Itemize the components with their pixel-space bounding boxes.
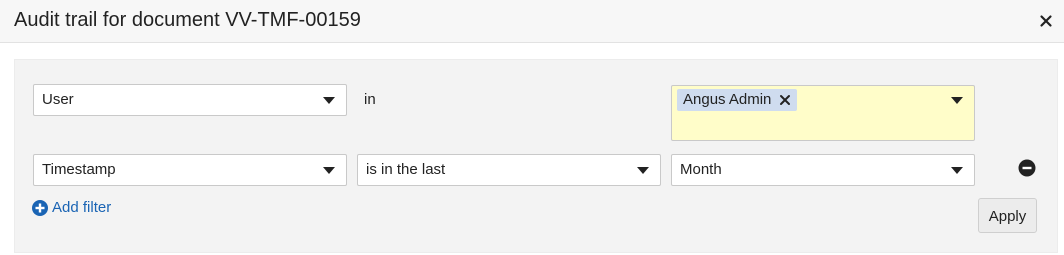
close-button[interactable] xyxy=(1036,11,1056,31)
chevron-down-icon xyxy=(323,97,335,104)
dialog-header: Audit trail for document VV-TMF-00159 xyxy=(0,0,1064,43)
apply-button[interactable]: Apply xyxy=(978,198,1037,233)
filter-2-operator-select[interactable]: is in the last xyxy=(357,154,661,186)
filter-2-field-select[interactable]: Timestamp xyxy=(33,154,347,186)
chevron-down-icon xyxy=(951,167,963,174)
chevron-down-icon xyxy=(951,97,963,104)
value-token-label: Angus Admin xyxy=(683,91,772,108)
filter-1-field-select[interactable]: User xyxy=(33,84,347,116)
add-filter-link[interactable]: Add filter xyxy=(32,199,111,216)
filter-2-operator-value: is in the last xyxy=(366,161,446,178)
filter-2-value-value: Month xyxy=(680,161,722,178)
value-token: Angus Admin xyxy=(677,89,798,111)
filter-1-operator: in xyxy=(364,91,376,108)
close-icon xyxy=(1040,15,1052,27)
add-filter-label: Add filter xyxy=(52,199,112,216)
minus-circle-icon xyxy=(1018,159,1036,177)
plus-circle-icon xyxy=(32,199,48,216)
chevron-down-icon xyxy=(323,167,335,174)
remove-token-icon[interactable] xyxy=(779,94,791,106)
remove-filter-button[interactable] xyxy=(1018,159,1036,177)
filter-2-field-value: Timestamp xyxy=(42,161,116,178)
filter-1-field-value: User xyxy=(42,91,74,108)
dialog-title: Audit trail for document VV-TMF-00159 xyxy=(14,9,361,31)
filter-1-value-multiselect[interactable]: Angus Admin xyxy=(671,85,975,141)
chevron-down-icon xyxy=(637,167,649,174)
filter-2-value-select[interactable]: Month xyxy=(671,154,975,186)
